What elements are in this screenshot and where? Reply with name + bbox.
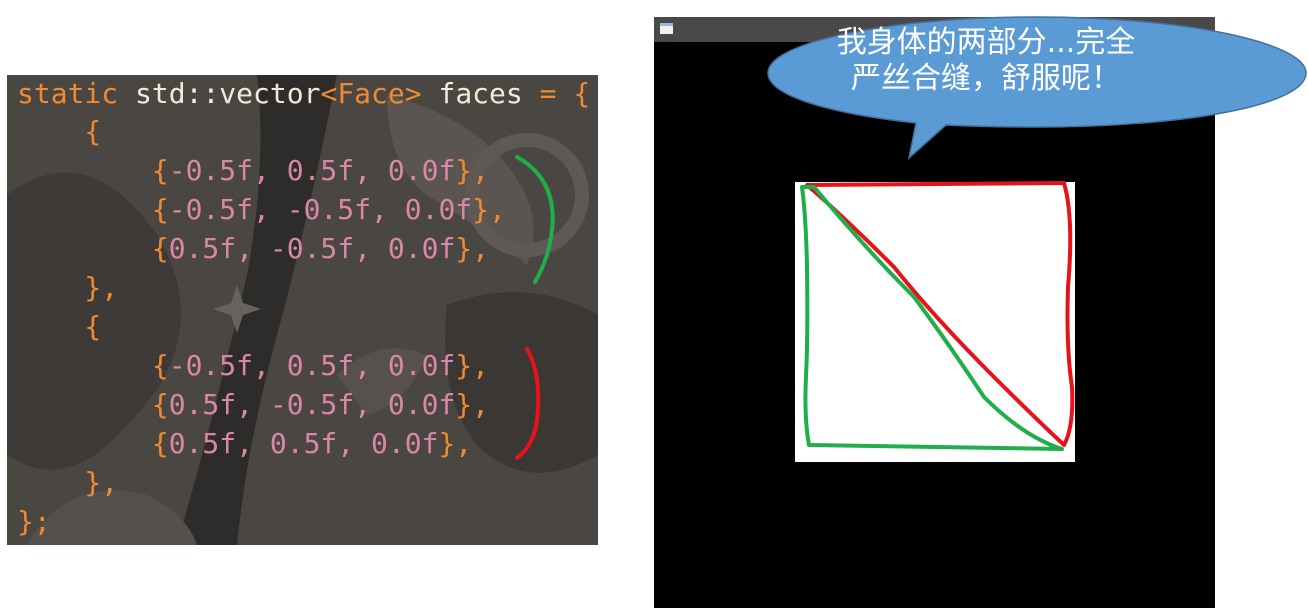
code-line: { <box>17 113 101 151</box>
window-system-icon[interactable] <box>660 23 673 34</box>
code-token: { <box>17 427 169 460</box>
code-screenshot: static std::vector<Face> faces = { { {-0… <box>7 75 598 545</box>
code-line: {-0.5f, -0.5f, 0.0f}, <box>17 191 506 229</box>
code-token: 0.5f, -0.5f, 0.0f <box>168 232 456 265</box>
speech-bubble: 我身体的两部分...完全 严丝合缝，舒服呢！ <box>766 15 1308 165</box>
code-token: std::vector <box>135 77 321 110</box>
code-token: > <box>404 77 422 110</box>
code-token: static <box>17 77 136 110</box>
code-token: = { <box>539 77 591 110</box>
code-token: < <box>320 77 338 110</box>
code-line: { <box>17 308 101 346</box>
rendered-square <box>795 182 1075 462</box>
code-line: {-0.5f, 0.5f, 0.0f}, <box>17 152 489 190</box>
code-token: }, <box>17 271 119 304</box>
code-line: {0.5f, -0.5f, 0.0f}, <box>17 386 489 424</box>
code-token: }, <box>455 349 490 382</box>
code-token: }, <box>455 232 490 265</box>
code-token: { <box>17 310 102 343</box>
code-line: }; <box>17 503 51 541</box>
code-line: }, <box>17 464 118 502</box>
code-line: {0.5f, -0.5f, 0.0f}, <box>17 230 489 268</box>
code-token: { <box>17 193 169 226</box>
bubble-line-1: 我身体的两部分...完全 <box>836 25 1136 60</box>
code-token: { <box>17 388 169 421</box>
code-token: -0.5f, 0.5f, 0.0f <box>168 154 456 187</box>
speech-bubble-text: 我身体的两部分...完全 严丝合缝，舒服呢！ <box>826 25 1146 97</box>
code-line: static std::vector<Face> faces = { <box>17 75 590 113</box>
code-token: 0.5f, -0.5f, 0.0f <box>168 388 456 421</box>
code-token: }, <box>455 154 490 187</box>
code-token: { <box>17 154 169 187</box>
code-line: }, <box>17 269 118 307</box>
code-token: }, <box>438 427 473 460</box>
code-token: }; <box>17 505 51 538</box>
code-token: 0.5f, 0.5f, 0.0f <box>168 427 439 460</box>
code-token: { <box>17 349 169 382</box>
code-token: -0.5f, 0.5f, 0.0f <box>168 349 456 382</box>
code-token: }, <box>472 193 506 226</box>
code-line: {0.5f, 0.5f, 0.0f}, <box>17 425 472 463</box>
code-token: Face <box>337 77 405 110</box>
code-token: { <box>17 115 102 148</box>
bubble-line-2: 严丝合缝，舒服呢！ <box>851 61 1121 96</box>
code-line: {-0.5f, 0.5f, 0.0f}, <box>17 347 489 385</box>
code-token: }, <box>455 388 490 421</box>
code-token: { <box>17 232 169 265</box>
code-token: }, <box>17 466 119 499</box>
code-token: -0.5f, -0.5f, 0.0f <box>168 193 473 226</box>
code-token: faces <box>421 77 540 110</box>
